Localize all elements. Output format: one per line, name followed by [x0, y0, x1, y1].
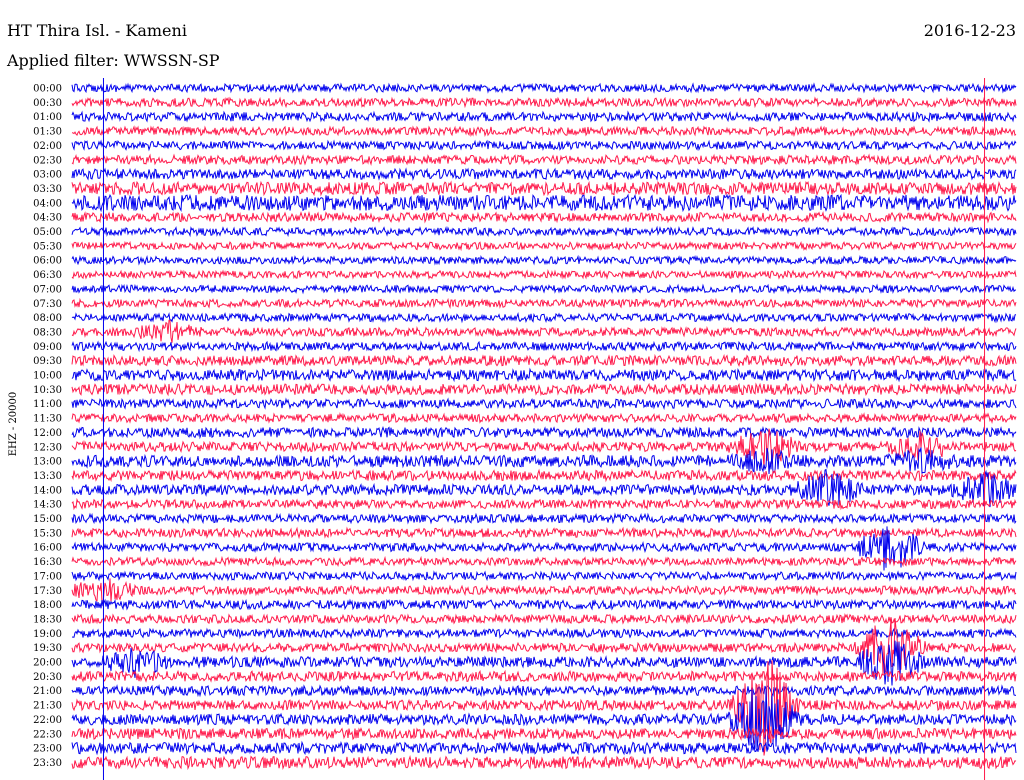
time-tick-label: 19:30	[33, 643, 62, 654]
time-tick-label: 23:30	[33, 758, 62, 769]
time-tick-label: 13:30	[33, 471, 62, 482]
seismic-trace	[71, 688, 1017, 751]
seismic-trace	[71, 211, 1017, 224]
helicorder-chart: HT Thira Isl. - Kameni 2016-12-23 Applie…	[6, 21, 1017, 780]
seismic-trace	[71, 311, 1017, 324]
trace-group	[71, 82, 1017, 771]
time-tick-label: 02:00	[33, 141, 62, 152]
time-tick-label: 03:00	[33, 170, 62, 181]
time-tick-label: 08:30	[33, 327, 62, 338]
seismic-trace	[71, 167, 1017, 182]
seismic-trace	[71, 754, 1017, 771]
seismic-trace	[71, 425, 1017, 440]
time-tick-label: 05:30	[33, 241, 62, 252]
seismic-trace	[71, 570, 1017, 582]
seismic-trace	[71, 512, 1017, 525]
seismic-trace	[71, 555, 1017, 568]
time-tick-label: 04:00	[33, 198, 62, 209]
time-tick-label: 15:00	[33, 514, 62, 525]
seismic-trace	[71, 297, 1017, 310]
seismic-trace	[71, 669, 1017, 683]
seismic-trace	[71, 598, 1017, 611]
time-tick-group: 00:00 00:30 01:00 01:30 02:00 02:30 03:00 03:30…	[33, 84, 62, 769]
seismic-trace	[71, 225, 1017, 238]
seismic-trace	[71, 269, 1017, 280]
time-tick-label: 04:30	[33, 213, 62, 224]
seismic-trace	[71, 96, 1017, 109]
time-tick-label: 15:30	[33, 528, 62, 539]
seismic-trace	[71, 254, 1017, 266]
time-tick-label: 17:30	[33, 586, 62, 597]
seismic-trace	[71, 578, 1017, 605]
time-tick-label: 11:30	[33, 414, 62, 425]
seismic-trace	[71, 153, 1017, 167]
time-tick-label: 00:30	[33, 98, 62, 109]
seismic-trace	[71, 340, 1017, 353]
seismic-trace	[71, 110, 1017, 123]
seismic-trace	[71, 613, 1017, 625]
time-tick-label: 07:30	[33, 299, 62, 310]
time-tick-label: 02:30	[33, 155, 62, 166]
time-tick-label: 07:00	[33, 284, 62, 295]
time-tick-label: 10:00	[33, 371, 62, 382]
seismic-trace	[71, 382, 1017, 397]
time-tick-label: 05:00	[33, 227, 62, 238]
seismic-trace	[71, 447, 1017, 475]
time-tick-label: 06:00	[33, 256, 62, 267]
seismic-trace	[71, 726, 1017, 741]
station-title: HT Thira Isl. - Kameni	[7, 21, 187, 40]
seismic-trace	[71, 180, 1017, 197]
time-tick-label: 18:00	[33, 600, 62, 611]
channel-axis-label: EHZ - 20000	[8, 392, 19, 457]
time-tick-label: 13:00	[33, 457, 62, 468]
time-tick-label: 20:30	[33, 672, 62, 683]
seismic-trace	[71, 193, 1017, 213]
time-tick-label: 19:00	[33, 629, 62, 640]
time-tick-label: 10:30	[33, 385, 62, 396]
seismic-trace	[71, 684, 1017, 698]
seismic-trace	[71, 397, 1017, 410]
time-tick-label: 03:30	[33, 184, 62, 195]
time-tick-label: 20:00	[33, 658, 62, 669]
time-tick-label: 11:00	[33, 399, 62, 410]
time-tick-label: 14:30	[33, 500, 62, 511]
seismic-trace	[71, 125, 1017, 138]
seismic-trace	[71, 283, 1017, 295]
time-tick-label: 01:00	[33, 112, 62, 123]
seismic-trace	[71, 497, 1017, 511]
seismic-trace	[71, 353, 1017, 368]
seismic-trace	[71, 139, 1017, 152]
time-tick-label: 18:30	[33, 614, 62, 625]
time-tick-label: 06:30	[33, 270, 62, 281]
time-tick-label: 12:00	[33, 428, 62, 439]
filter-label: Applied filter: WWSSN-SP	[6, 51, 220, 70]
time-tick-label: 00:00	[33, 84, 62, 95]
seismic-trace	[71, 618, 1017, 675]
seismic-trace	[71, 412, 1017, 424]
seismic-trace	[71, 319, 1017, 343]
time-tick-label: 01:30	[33, 127, 62, 138]
time-tick-label: 21:30	[33, 701, 62, 712]
time-tick-label: 23:00	[33, 744, 62, 755]
time-tick-label: 22:30	[33, 729, 62, 740]
time-tick-label: 17:00	[33, 571, 62, 582]
time-tick-label: 09:00	[33, 342, 62, 353]
seismic-trace	[71, 82, 1017, 94]
time-tick-label: 21:00	[33, 686, 62, 697]
time-tick-label: 16:00	[33, 543, 62, 554]
time-tick-label: 16:30	[33, 557, 62, 568]
seismic-trace	[71, 468, 1017, 483]
seismic-trace	[71, 740, 1017, 756]
seismic-trace	[71, 240, 1017, 252]
time-tick-label: 22:00	[33, 715, 62, 726]
seismic-trace	[71, 367, 1017, 383]
date-label: 2016-12-23	[924, 21, 1016, 40]
time-tick-label: 09:30	[33, 356, 62, 367]
time-tick-label: 08:00	[33, 313, 62, 324]
time-tick-label: 14:00	[33, 485, 62, 496]
time-tick-label: 12:30	[33, 442, 62, 453]
